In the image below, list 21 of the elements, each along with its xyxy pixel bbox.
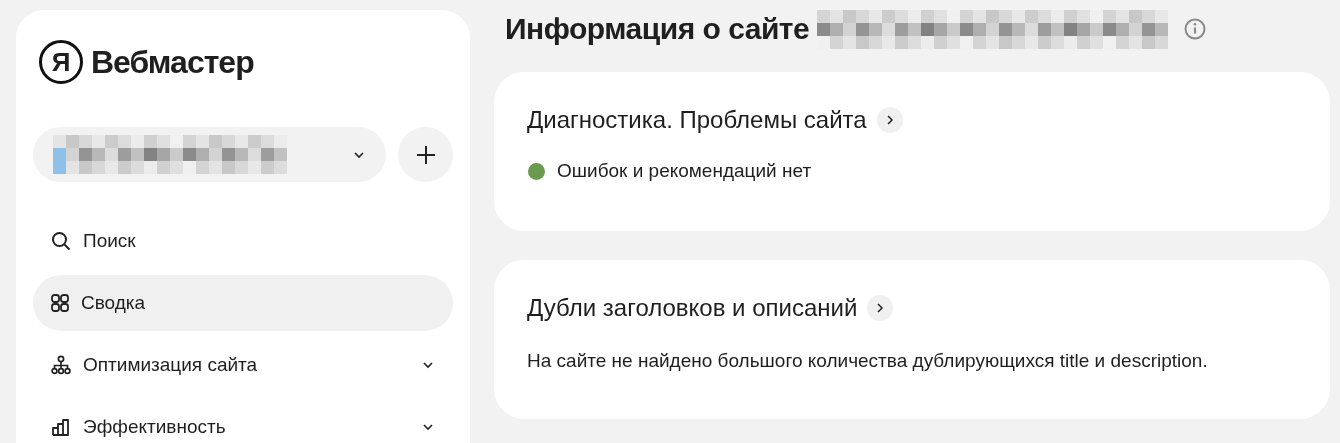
nav-item[interactable]: Поиск bbox=[33, 213, 453, 269]
info-icon[interactable] bbox=[1184, 18, 1207, 40]
card-title[interactable]: Диагностика. Проблемы сайта bbox=[527, 106, 867, 134]
nav-item[interactable]: Сводка bbox=[33, 275, 453, 331]
search-icon bbox=[51, 231, 71, 251]
logo-icon[interactable]: Я bbox=[39, 40, 83, 84]
grid-icon bbox=[51, 294, 69, 312]
hierarchy-icon bbox=[51, 355, 71, 375]
chevron-right-icon bbox=[884, 115, 895, 125]
page-title: Информация о сайте bbox=[505, 12, 810, 46]
status-text: Ошибок и рекомендаций нет bbox=[557, 160, 812, 182]
bar-chart-icon bbox=[51, 417, 71, 437]
open-button[interactable] bbox=[876, 107, 903, 133]
open-button[interactable] bbox=[867, 295, 894, 321]
card-text: На сайте не найдено большого количества дублирующихся title и description. bbox=[527, 350, 1209, 372]
nav-item[interactable]: Оптимизация сайта bbox=[33, 337, 453, 393]
logo-title[interactable]: Вебмастер bbox=[91, 43, 254, 81]
nav-item[interactable]: Эффективность bbox=[33, 399, 453, 443]
chevron-right-icon bbox=[875, 303, 886, 313]
plus-icon bbox=[415, 144, 436, 165]
card-title[interactable]: Дубли заголовков и описаний bbox=[527, 294, 858, 322]
